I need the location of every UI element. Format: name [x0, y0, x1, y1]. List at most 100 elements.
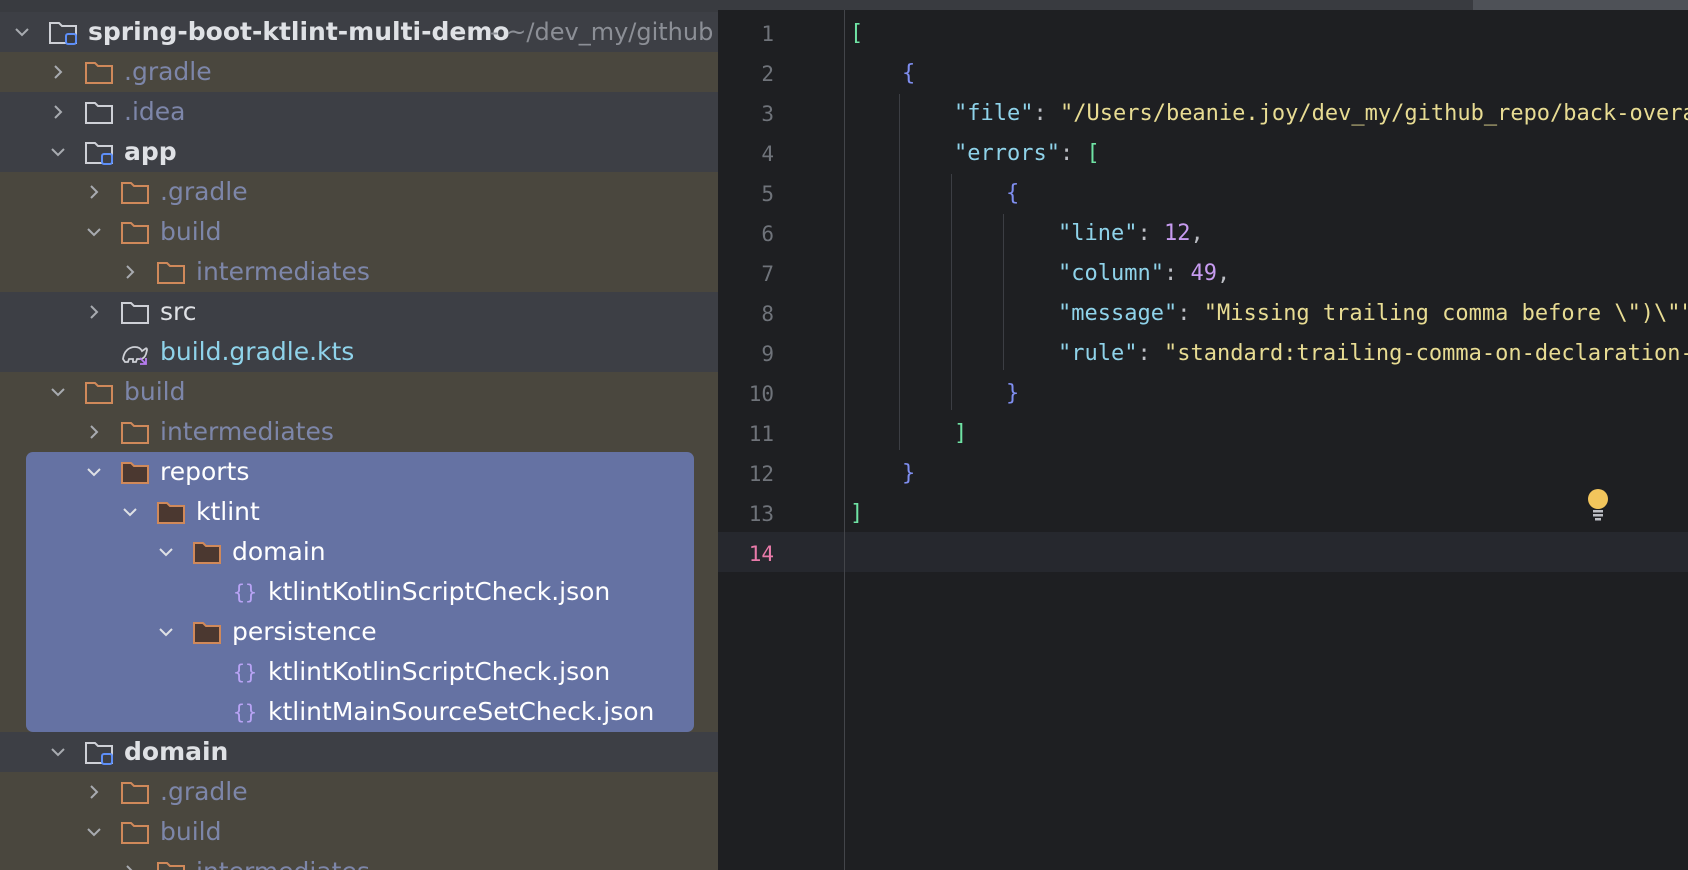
tree-row[interactable]: domain	[0, 732, 718, 772]
chevron-down-icon[interactable]	[12, 22, 32, 42]
line-number: 7	[761, 262, 774, 286]
tree-row[interactable]: .idea	[0, 92, 718, 132]
indent-guide	[899, 94, 900, 450]
chevron-down-icon[interactable]	[156, 622, 176, 642]
chevron-right-icon[interactable]	[120, 862, 140, 870]
tree-item-label: ktlintKotlinScriptCheck.json	[268, 577, 611, 606]
project-tree[interactable]: spring-boot-ktlint-multi-demo - ~/dev_my…	[0, 0, 718, 870]
chevron-down-icon[interactable]	[120, 502, 140, 522]
svg-text:{}: {}	[233, 660, 257, 684]
json-file-icon: {}	[230, 699, 260, 725]
tree-item-label: build	[160, 217, 222, 246]
chevron-down-icon[interactable]	[48, 382, 68, 402]
tree-row[interactable]: {} ktlintKotlinScriptCheck.json	[0, 652, 718, 692]
tree-item-label: ktlintKotlinScriptCheck.json	[268, 657, 611, 686]
module-folder-icon	[84, 139, 114, 165]
indent-guide	[1003, 214, 1004, 370]
folder-icon	[120, 179, 150, 205]
tree-row[interactable]: intermediates	[0, 252, 718, 292]
chevron-right-icon[interactable]	[84, 182, 104, 202]
folder-icon	[192, 619, 222, 645]
tree-row[interactable]: app	[0, 132, 718, 172]
code-line[interactable]: }	[902, 454, 915, 494]
chevron-down-icon[interactable]	[48, 142, 68, 162]
gutter-divider	[844, 10, 845, 870]
chevron-right-icon[interactable]	[48, 102, 68, 122]
tree-row[interactable]: ktlint	[0, 492, 718, 532]
tree-row[interactable]: build	[0, 372, 718, 412]
folder-icon	[120, 459, 150, 485]
folder-icon	[120, 779, 150, 805]
intention-bulb-icon[interactable]	[1586, 488, 1610, 522]
chevron-down-icon[interactable]	[84, 462, 104, 482]
code-line[interactable]: {	[1006, 174, 1019, 214]
horizontal-scrollbar[interactable]	[718, 0, 1688, 10]
tree-row[interactable]: {} ktlintMainSourceSetCheck.json	[0, 692, 718, 732]
json-file-icon: {}	[230, 659, 260, 685]
folder-icon	[156, 499, 186, 525]
folder-icon	[120, 219, 150, 245]
line-number: 4	[761, 142, 774, 166]
tree-row-root[interactable]: spring-boot-ktlint-multi-demo - ~/dev_my…	[0, 12, 718, 52]
tree-item-label: .gradle	[124, 57, 212, 86]
tree-row[interactable]: intermediates	[0, 412, 718, 452]
chevron-down-icon[interactable]	[84, 822, 104, 842]
code-line[interactable]: ]	[850, 494, 863, 534]
scrollbar-thumb[interactable]	[1473, 0, 1688, 10]
indent-guide	[951, 174, 952, 410]
tree-row[interactable]: reports	[0, 452, 718, 492]
tree-row[interactable]: .gradle	[0, 52, 718, 92]
code-line[interactable]: {	[902, 54, 915, 94]
code-line[interactable]: "line": 12,	[1058, 214, 1204, 254]
code-line[interactable]: }	[1006, 374, 1019, 414]
chevron-right-icon[interactable]	[84, 422, 104, 442]
code-editor[interactable]: 1 2 3 4 5 6 7 8 9 10 11 12 13 14 [ { "fi…	[718, 0, 1688, 870]
code-line[interactable]: "rule": "standard:trailing-comma-on-decl…	[1058, 334, 1688, 374]
line-number: 12	[748, 462, 774, 486]
tree-row[interactable]: build.gradle.kts	[0, 332, 718, 372]
tree-row[interactable]: .gradle	[0, 172, 718, 212]
svg-text:{}: {}	[233, 580, 257, 604]
code-line[interactable]: "column": 49,	[1058, 254, 1230, 294]
line-number: 9	[761, 342, 774, 366]
tree-item-label: src	[160, 297, 197, 326]
folder-icon	[156, 259, 186, 285]
tree-row[interactable]: {} ktlintKotlinScriptCheck.json	[0, 572, 718, 612]
chevron-right-icon[interactable]	[120, 262, 140, 282]
chevron-right-icon[interactable]	[48, 62, 68, 82]
code-line[interactable]: "message": "Missing trailing comma befor…	[1058, 294, 1688, 334]
code-line[interactable]: [	[850, 14, 863, 54]
tree-row[interactable]: build	[0, 812, 718, 852]
tree-row[interactable]: persistence	[0, 612, 718, 652]
chevron-down-icon[interactable]	[156, 542, 176, 562]
tree-item-label: build	[124, 377, 186, 406]
folder-icon	[120, 419, 150, 445]
module-folder-icon	[84, 739, 114, 765]
svg-text:{}: {}	[233, 700, 257, 724]
folder-icon	[156, 859, 186, 870]
tree-row[interactable]: intermediates	[0, 852, 718, 870]
current-line-highlight	[718, 532, 1688, 572]
chevron-right-icon[interactable]	[84, 782, 104, 802]
tree-row[interactable]: .gradle	[0, 772, 718, 812]
chevron-down-icon[interactable]	[84, 222, 104, 242]
code-line[interactable]: ]	[954, 414, 967, 454]
tree-item-label: persistence	[232, 617, 377, 646]
chevron-down-icon[interactable]	[48, 742, 68, 762]
project-path-hint: - ~/dev_my/github	[490, 18, 714, 46]
code-line[interactable]: "file": "/Users/beanie.joy/dev_my/github…	[954, 94, 1688, 134]
tree-item-label: .idea	[124, 97, 186, 126]
chevron-right-icon[interactable]	[84, 302, 104, 322]
current-line-number: 14	[748, 542, 774, 566]
gradle-script-icon	[120, 339, 150, 365]
ide-window: spring-boot-ktlint-multi-demo - ~/dev_my…	[0, 0, 1688, 870]
tree-row[interactable]: src	[0, 292, 718, 332]
tree-row[interactable]: build	[0, 212, 718, 252]
code-line[interactable]: "errors": [	[954, 134, 1100, 174]
folder-icon	[120, 819, 150, 845]
tree-item-label: domain	[124, 737, 229, 766]
tree-item-label: ktlint	[196, 497, 260, 526]
tree-row[interactable]: domain	[0, 532, 718, 572]
line-number: 10	[748, 382, 774, 406]
tree-item-label: build.gradle.kts	[160, 337, 355, 366]
